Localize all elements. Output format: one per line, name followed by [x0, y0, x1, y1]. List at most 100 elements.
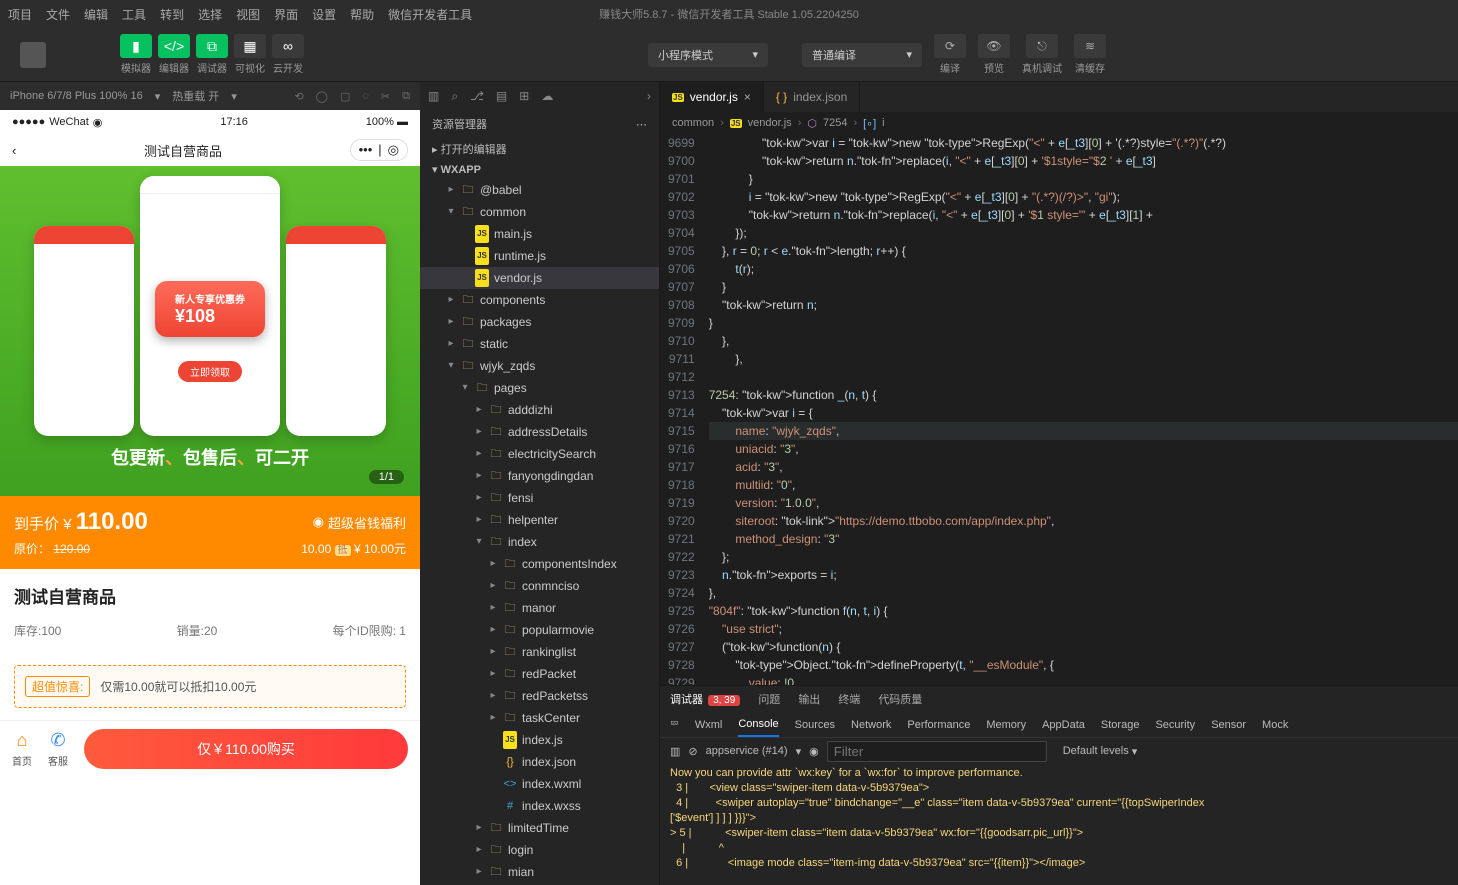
realdevice-button[interactable]: ⎋	[1026, 34, 1058, 58]
cloud-button[interactable]: ∞	[272, 34, 304, 58]
dt-tab-output[interactable]: 输出	[798, 691, 820, 707]
tree-item-redPacket[interactable]: ▸🗀redPacket	[420, 663, 659, 685]
dt-tab-terminal[interactable]: 终端	[838, 691, 860, 707]
device-selector[interactable]: iPhone 6/7/8 Plus 100% 16	[10, 90, 143, 102]
menu-help[interactable]: 帮助	[350, 6, 374, 23]
context-selector[interactable]: appservice (#14)	[706, 745, 788, 757]
tree-item-index.json[interactable]: {}index.json	[420, 751, 659, 773]
tree-item-fanyongdingdan[interactable]: ▸🗀fanyongdingdan	[420, 465, 659, 487]
clearcache-button[interactable]: ≋	[1074, 34, 1106, 58]
menu-tools[interactable]: 工具	[122, 6, 146, 23]
tree-item-mian[interactable]: ▸🗀mian	[420, 861, 659, 883]
tree-item-popularmovie[interactable]: ▸🗀popularmovie	[420, 619, 659, 641]
tree-item-packages[interactable]: ▸🗀packages	[420, 311, 659, 333]
devtab-security[interactable]: Security	[1155, 719, 1195, 731]
visual-button[interactable]: ▦	[234, 34, 266, 58]
levels-dropdown[interactable]: Default levels ▾	[1063, 745, 1138, 758]
hotreload-toggle[interactable]: 热重载 开	[172, 88, 219, 104]
menu-wechat[interactable]: 微信开发者工具	[388, 6, 472, 23]
tree-item-wjyk_zqds[interactable]: ▾🗀wjyk_zqds	[420, 355, 659, 377]
service-tab[interactable]: ✆ 客服	[48, 730, 68, 768]
tree-item-redPacketss[interactable]: ▸🗀redPacketss	[420, 685, 659, 707]
home-icon[interactable]: ◯	[316, 90, 328, 103]
bc-item[interactable]: i	[882, 117, 884, 129]
bc-item[interactable]: common	[672, 117, 714, 129]
coupon-button[interactable]: 立即领取	[178, 361, 242, 382]
editor-button[interactable]: </>	[158, 34, 190, 58]
menu-edit[interactable]: 编辑	[84, 6, 108, 23]
devtab-wxml[interactable]: Wxml	[695, 719, 723, 731]
tab-index-json[interactable]: { } index.json	[764, 82, 860, 112]
dt-tab-debugger[interactable]: 调试器 3, 39	[670, 691, 740, 707]
devtab-appdata[interactable]: AppData	[1042, 719, 1085, 731]
tree-item-componentsIndex[interactable]: ▸🗀componentsIndex	[420, 553, 659, 575]
bc-item[interactable]: 7254	[823, 117, 847, 129]
devtab-network[interactable]: Network	[851, 719, 891, 731]
tree-item-index.js[interactable]: JSindex.js	[420, 729, 659, 751]
popout-icon[interactable]: ⧉	[402, 90, 410, 103]
back-icon[interactable]: ▢	[340, 90, 350, 103]
preview-button[interactable]: 👁	[978, 34, 1010, 58]
devtab-sources[interactable]: Sources	[795, 719, 835, 731]
buy-button[interactable]: 仅￥110.00购买	[84, 729, 408, 769]
cloud-icon[interactable]: ☁	[541, 89, 553, 103]
mode-dropdown[interactable]: 小程序模式 ▾	[648, 43, 768, 67]
rotate-icon[interactable]: ⟲	[294, 90, 303, 103]
close-icon[interactable]: ×	[744, 90, 751, 104]
tree-item-vendor.js[interactable]: JSvendor.js	[420, 267, 659, 289]
inspect-icon[interactable]: ⮹	[670, 718, 679, 731]
cut-icon[interactable]: ✂	[381, 90, 390, 103]
tree-item-helpenter[interactable]: ▸🗀helpenter	[420, 509, 659, 531]
tree-item-components[interactable]: ▸🗀components	[420, 289, 659, 311]
devtab-storage[interactable]: Storage	[1101, 719, 1140, 731]
tree-item-taskCenter[interactable]: ▸🗀taskCenter	[420, 707, 659, 729]
tree-item-@babel[interactable]: ▸🗀@babel	[420, 179, 659, 201]
tree-item-pages[interactable]: ▾🗀pages	[420, 377, 659, 399]
project-avatar[interactable]	[20, 42, 46, 68]
filter-input[interactable]	[827, 741, 1047, 762]
tree-item-static[interactable]: ▸🗀static	[420, 333, 659, 355]
tree-item-adddizhi[interactable]: ▸🗀adddizhi	[420, 399, 659, 421]
tree-item-conmnciso[interactable]: ▸🗀conmnciso	[420, 575, 659, 597]
compile-button[interactable]: ⟳	[934, 34, 966, 58]
open-editors-section[interactable]: ▸ 打开的编辑器	[420, 138, 659, 160]
layout-icon[interactable]: ▤	[496, 89, 507, 103]
files-tab-icon[interactable]: ▥	[428, 89, 439, 103]
product-banner[interactable]: 新人专享优惠券 ¥108 立即领取 包更新、包售后、可二开 1/1	[0, 166, 420, 496]
tree-item-fensi[interactable]: ▸🗀fensi	[420, 487, 659, 509]
menu-select[interactable]: 选择	[198, 6, 222, 23]
menu-project[interactable]: 项目	[8, 6, 32, 23]
sidebar-toggle-icon[interactable]: ▥	[670, 745, 680, 758]
search-icon[interactable]: ⌕	[451, 89, 458, 104]
tree-item-rankinglist[interactable]: ▸🗀rankinglist	[420, 641, 659, 663]
tree-item-index.wxss[interactable]: #index.wxss	[420, 795, 659, 817]
console-output[interactable]: Now you can provide attr `wx:key` for a …	[660, 764, 1458, 885]
simulator-button[interactable]: ▮	[120, 34, 152, 58]
debugger-button[interactable]: ⧉	[196, 34, 228, 58]
menu-view[interactable]: 视图	[236, 6, 260, 23]
devtab-console[interactable]: Console	[738, 718, 778, 737]
code-content[interactable]: "tok-kw">var i = "tok-kw">new "tok-type"…	[709, 134, 1458, 685]
tree-item-common[interactable]: ▾🗀common	[420, 201, 659, 223]
tree-item-index.wxml[interactable]: <>index.wxml	[420, 773, 659, 795]
compile-dropdown[interactable]: 普通编译 ▾	[802, 43, 922, 67]
menu-settings[interactable]: 设置	[312, 6, 336, 23]
mute-icon[interactable]: ◌	[362, 90, 369, 102]
tree-item-limitedTime[interactable]: ▸🗀limitedTime	[420, 817, 659, 839]
devtab-mock[interactable]: Mock	[1262, 719, 1288, 731]
more-actions-icon[interactable]: ⋯	[636, 118, 647, 131]
eye-icon[interactable]: ◉	[809, 745, 819, 758]
dt-tab-quality[interactable]: 代码质量	[878, 691, 922, 707]
capsule-menu[interactable]: ••• | ◎	[350, 139, 408, 161]
tree-item-electricitySearch[interactable]: ▸🗀electricitySearch	[420, 443, 659, 465]
fuli-link[interactable]: ◉ 超级省钱福利	[313, 513, 406, 532]
devtab-sensor[interactable]: Sensor	[1211, 719, 1246, 731]
tree-item-login[interactable]: ▸🗀login	[420, 839, 659, 861]
menu-ui[interactable]: 界面	[274, 6, 298, 23]
bc-item[interactable]: vendor.js	[748, 117, 792, 129]
tree-item-addressDetails[interactable]: ▸🗀addressDetails	[420, 421, 659, 443]
root-section[interactable]: ▾ WXAPP	[420, 160, 659, 179]
tab-vendor-js[interactable]: JS vendor.js ×	[660, 82, 764, 112]
tree-item-manor[interactable]: ▸🗀manor	[420, 597, 659, 619]
menu-goto[interactable]: 转到	[160, 6, 184, 23]
